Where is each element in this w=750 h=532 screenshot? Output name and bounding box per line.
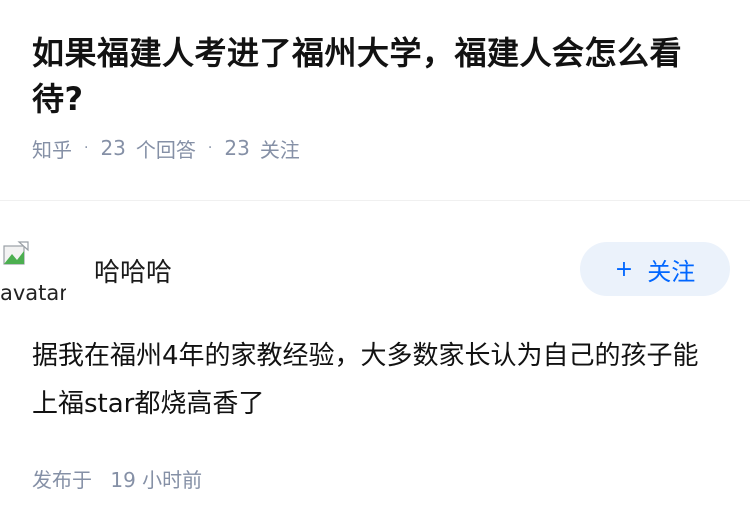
plus-icon: + xyxy=(614,256,634,282)
page: 如果福建人考进了福州大学，福建人会怎么看待? 知乎 · 23 个回答 · 23 … xyxy=(0,0,750,532)
followers-count: 23 xyxy=(224,136,250,160)
published-time: 19 小时前 xyxy=(110,468,203,492)
answers-count: 23 xyxy=(100,136,126,160)
follow-button[interactable]: + 关注 xyxy=(580,242,730,296)
avatar[interactable]: avatar xyxy=(0,238,66,304)
question-title[interactable]: 如果福建人考进了福州大学，福建人会怎么看待? xyxy=(32,30,718,122)
divider xyxy=(0,200,750,201)
separator-dot: · xyxy=(84,140,89,156)
source-label[interactable]: 知乎 xyxy=(32,134,72,163)
separator-dot: · xyxy=(207,140,213,156)
avatar-alt-text: avatar xyxy=(0,281,66,304)
follow-label: 关注 xyxy=(647,257,696,286)
author-name[interactable]: 哈哈哈 xyxy=(94,252,172,289)
answer-meta: 发布于 19 小时前 xyxy=(32,464,202,493)
question-meta: 知乎 · 23 个回答 · 23 关注 xyxy=(32,134,718,162)
answer-content[interactable]: 据我在福州4年的家教经验，大多数家长认为自己的孩子能上福star都烧高香了 xyxy=(32,332,722,428)
answers-label[interactable]: 个回答 xyxy=(136,134,196,163)
published-prefix: 发布于 xyxy=(32,468,92,492)
question-header: 如果福建人考进了福州大学，福建人会怎么看待? 知乎 · 23 个回答 · 23 … xyxy=(0,0,750,202)
followers-label[interactable]: 关注 xyxy=(260,134,300,163)
broken-image-icon xyxy=(3,241,29,265)
